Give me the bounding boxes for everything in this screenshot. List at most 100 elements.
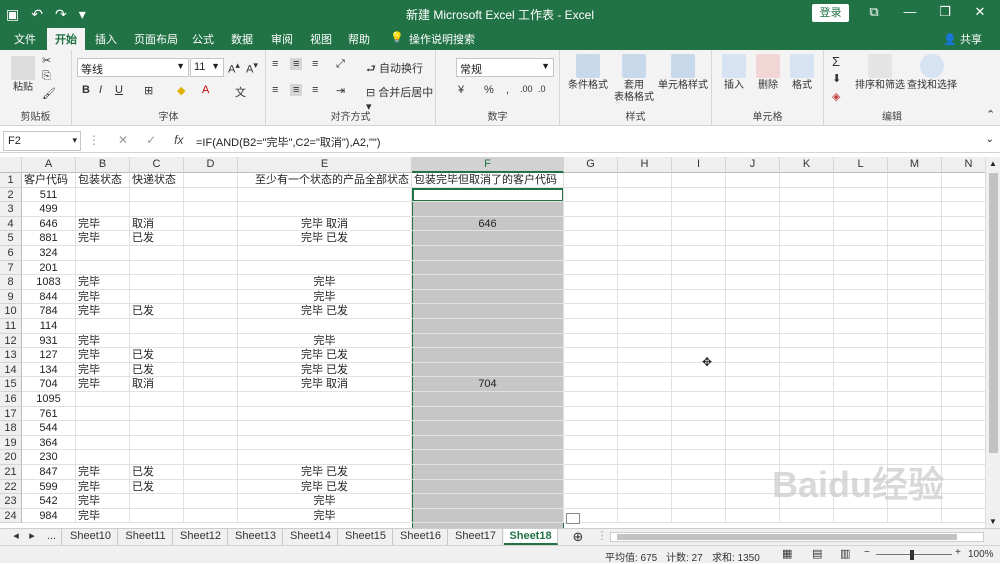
cell-b[interactable]: 完毕: [76, 289, 130, 305]
cell-empty[interactable]: [834, 319, 888, 334]
cell-empty[interactable]: [726, 435, 780, 451]
cell-f[interactable]: [412, 392, 564, 407]
cell-a[interactable]: 784: [22, 304, 76, 319]
cell-empty[interactable]: [888, 304, 942, 319]
cell-empty[interactable]: [942, 202, 985, 217]
sheet-tab-sheet11[interactable]: Sheet11: [119, 529, 173, 545]
collapse-ribbon-icon[interactable]: ⌃: [986, 108, 995, 121]
cell-empty[interactable]: [834, 202, 888, 217]
autosum-icon[interactable]: Σ: [832, 54, 840, 69]
cell-a[interactable]: 847: [22, 465, 76, 480]
fill-color-icon[interactable]: ◆: [177, 84, 185, 97]
cell-empty[interactable]: [618, 173, 672, 188]
cell-c[interactable]: [130, 333, 184, 349]
cell-d[interactable]: [184, 275, 238, 290]
tab-file[interactable]: 文件: [14, 31, 36, 47]
cell-d[interactable]: [184, 421, 238, 436]
cell-f[interactable]: [412, 494, 564, 509]
cell-e[interactable]: [238, 187, 412, 203]
cell-empty[interactable]: [780, 392, 834, 407]
cell-empty[interactable]: [618, 231, 672, 246]
cell-empty[interactable]: [942, 304, 985, 319]
zoom-out-icon[interactable]: −: [864, 547, 870, 558]
cell-empty[interactable]: [672, 304, 726, 319]
cell-empty[interactable]: [672, 216, 726, 232]
tab-view[interactable]: 视图: [310, 31, 332, 47]
cell-e[interactable]: [238, 319, 412, 334]
cell-d[interactable]: [184, 435, 238, 451]
cell-c[interactable]: [130, 289, 184, 305]
expand-formula-icon[interactable]: ⌄: [986, 134, 994, 145]
cell-empty[interactable]: [888, 348, 942, 363]
sheet-tab-sheet16[interactable]: Sheet16: [394, 529, 448, 545]
cell-a[interactable]: 704: [22, 377, 76, 392]
cell-empty[interactable]: [834, 406, 888, 422]
cell-empty[interactable]: [564, 348, 618, 363]
column-header-m[interactable]: M: [888, 157, 942, 173]
cell-empty[interactable]: [672, 450, 726, 465]
cell-empty[interactable]: [780, 260, 834, 276]
cell-f[interactable]: [412, 260, 564, 276]
tell-me-search[interactable]: 操作说明搜索: [409, 31, 475, 47]
cell-empty[interactable]: [618, 377, 672, 392]
scroll-thumb[interactable]: [989, 173, 998, 453]
cell-b[interactable]: [76, 406, 130, 422]
underline-button[interactable]: U: [115, 84, 123, 96]
cell-c[interactable]: [130, 494, 184, 509]
cell-b[interactable]: [76, 435, 130, 451]
cell-empty[interactable]: [726, 304, 780, 319]
cell-d[interactable]: [184, 479, 238, 495]
column-header-l[interactable]: L: [834, 157, 888, 173]
cell-d[interactable]: [184, 508, 238, 524]
cell-a[interactable]: 499: [22, 202, 76, 217]
cell-a[interactable]: 646: [22, 216, 76, 232]
tab-help[interactable]: 帮助: [348, 31, 370, 47]
cell-b[interactable]: 完毕: [76, 377, 130, 392]
cell-f[interactable]: [412, 187, 564, 203]
maximize-icon[interactable]: ❐: [935, 4, 955, 20]
cell-empty[interactable]: [618, 435, 672, 451]
cell-empty[interactable]: [672, 508, 726, 524]
enter-icon[interactable]: ✓: [146, 133, 156, 147]
sheet-tab-sheet12[interactable]: Sheet12: [174, 529, 228, 545]
sort-filter-button[interactable]: 排序和筛选: [854, 54, 906, 92]
cell-e[interactable]: 完毕: [238, 289, 412, 305]
cell-empty[interactable]: [618, 260, 672, 276]
cell-d[interactable]: [184, 216, 238, 232]
cell-f[interactable]: [412, 421, 564, 436]
cell-empty[interactable]: [618, 421, 672, 436]
cell-empty[interactable]: [618, 187, 672, 203]
cell-empty[interactable]: [726, 275, 780, 290]
cell-b[interactable]: 完毕: [76, 479, 130, 495]
cell-c[interactable]: [130, 260, 184, 276]
column-header-b[interactable]: B: [76, 157, 130, 173]
phonetic-icon[interactable]: 文: [235, 84, 246, 100]
sheet-tab-sheet14[interactable]: Sheet14: [284, 529, 338, 545]
cell-f[interactable]: [412, 465, 564, 480]
next-sheet-icon[interactable]: ▸: [24, 529, 40, 545]
column-header-i[interactable]: I: [672, 157, 726, 173]
cell-empty[interactable]: [942, 421, 985, 436]
cell-empty[interactable]: [834, 435, 888, 451]
currency-icon[interactable]: ¥: [458, 84, 464, 96]
cell-empty[interactable]: [942, 363, 985, 378]
cell-b[interactable]: 完毕: [76, 362, 130, 378]
cell-d[interactable]: [184, 333, 238, 349]
cell-empty[interactable]: [618, 202, 672, 217]
cell-a[interactable]: 542: [22, 494, 76, 509]
cell-f[interactable]: [412, 275, 564, 290]
cell-empty[interactable]: [780, 348, 834, 363]
cell-d[interactable]: [184, 319, 238, 334]
cell-empty[interactable]: [726, 362, 780, 378]
cell-c[interactable]: [130, 421, 184, 436]
cell-styles-button[interactable]: 单元格样式: [656, 54, 710, 92]
cell-c[interactable]: [130, 435, 184, 451]
cell-empty[interactable]: [780, 421, 834, 436]
cell-b[interactable]: 完毕: [76, 275, 130, 290]
cell-b[interactable]: 完毕: [76, 333, 130, 349]
cell-empty[interactable]: [834, 260, 888, 276]
cell-e[interactable]: [238, 421, 412, 436]
cell-c[interactable]: 已发: [130, 231, 184, 246]
cell-c[interactable]: 已发: [130, 465, 184, 480]
tab-page-layout[interactable]: 页面布局: [134, 31, 178, 47]
